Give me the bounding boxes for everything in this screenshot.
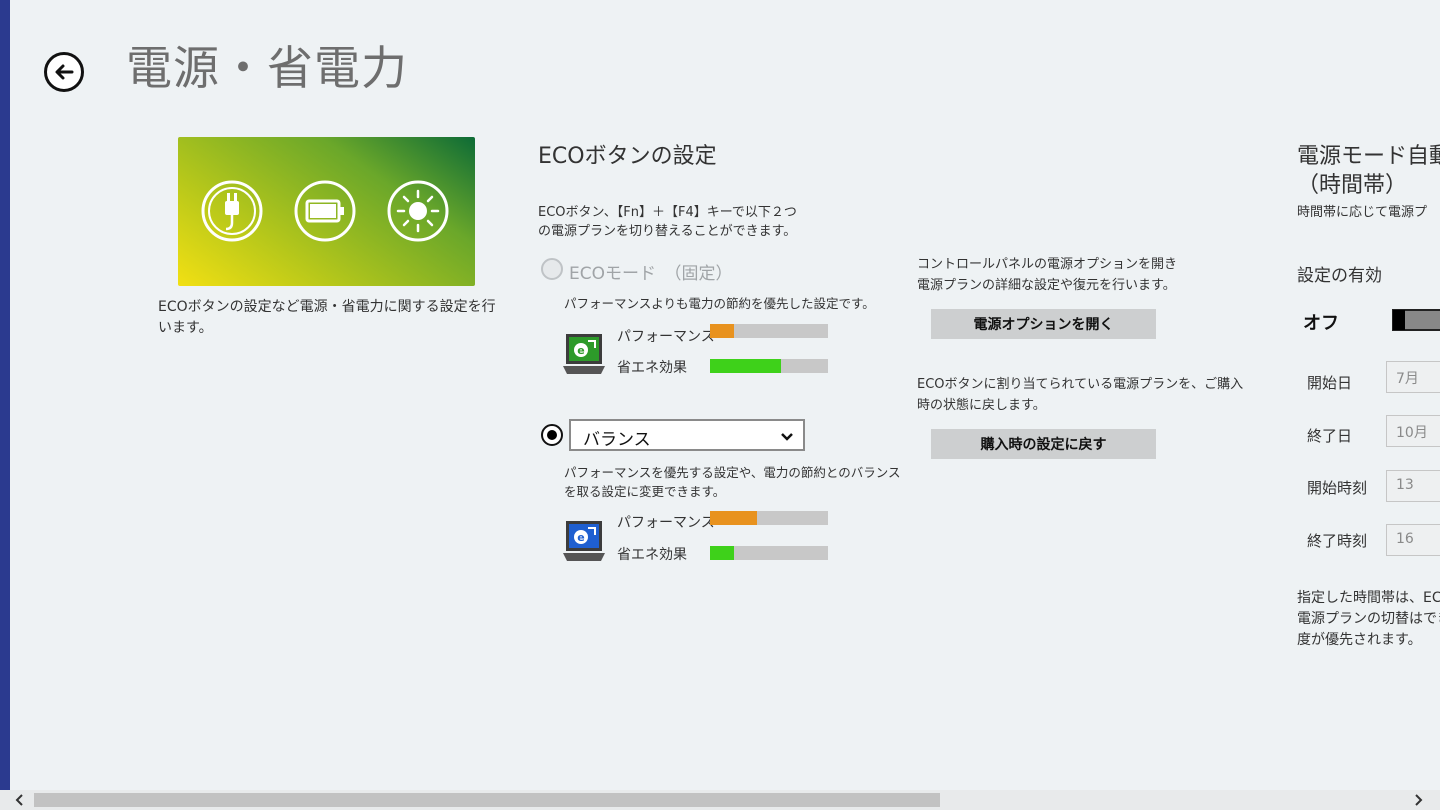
auto-mode-note-line2: 電源プランの切替はでき (1297, 611, 1440, 627)
eco-intro-line2: の電源プランを切り替えることができます。 (538, 224, 797, 239)
page-title: 電源・省電力 (126, 41, 408, 95)
start-date-select[interactable]: 7月 (1386, 361, 1440, 393)
auto-mode-toggle-state: オフ (1303, 313, 1339, 334)
eco-saving-label: 省エネ効果 (617, 360, 687, 376)
auto-mode-toggle[interactable] (1392, 309, 1440, 331)
power-options-desc-line1: コントロールパネルの電源オプションを開き (917, 257, 1178, 272)
power-options-desc-line2: 電源プランの詳細な設定や復元を行います。 (917, 278, 1176, 293)
eco-performance-label: パフォーマンス (617, 329, 715, 345)
balance-saving-bar (710, 546, 828, 560)
end-time-value: 16 (1396, 531, 1414, 547)
svg-text:e: e (577, 344, 584, 357)
balance-mode-radio[interactable] (541, 424, 563, 446)
brightness-icon (387, 180, 449, 242)
end-time-label: 終了時刻 (1307, 532, 1368, 550)
end-time-select[interactable]: 16 (1386, 524, 1440, 556)
start-date-label: 開始日 (1307, 374, 1353, 392)
balance-performance-label: パフォーマンス (617, 515, 715, 531)
eco-mode-radio[interactable] (541, 258, 563, 280)
eco-saving-bar (710, 359, 828, 373)
eco-mode-label: ECOモード （固定） (569, 264, 733, 284)
auto-mode-note-line1: 指定した時間帯は、EC (1297, 590, 1440, 606)
hero-description: ECOボタンの設定など電源・省電力に関する設定を行います。 (158, 299, 496, 336)
power-plan-select[interactable]: バランス (569, 419, 805, 451)
hero-banner (178, 137, 475, 286)
reset-desc-line1: ECOボタンに割り当てられている電源プランを、ご購入 (917, 377, 1244, 392)
power-plan-select-value: バランス (583, 430, 651, 450)
end-date-label: 終了日 (1307, 427, 1353, 445)
balance-performance-fill (710, 511, 758, 525)
eco-saving-fill (710, 359, 781, 373)
balance-laptop-icon: e (563, 521, 605, 561)
plug-icon (201, 180, 263, 242)
balance-desc-line1: パフォーマンスを優先する設定や、電力の節約とのバランス (564, 465, 901, 480)
auto-mode-note-line3: 度が優先されます。 (1297, 632, 1422, 648)
auto-mode-title-line2: （時間帯） (1297, 173, 1408, 198)
auto-mode-subtitle: 時間帯に応じて電源プ (1297, 205, 1428, 220)
eco-laptop-icon: e (563, 334, 605, 374)
eco-section-title: ECOボタンの設定 (538, 144, 717, 169)
open-power-options-button[interactable]: 電源オプションを開く (931, 309, 1156, 339)
balance-performance-bar (710, 511, 828, 525)
toggle-knob (1393, 310, 1405, 330)
scrollbar-thumb[interactable] (34, 793, 940, 807)
reset-to-factory-button[interactable]: 購入時の設定に戻す (931, 429, 1156, 459)
end-date-select[interactable]: 10月 (1386, 415, 1440, 447)
reset-desc-line2: 時の状態に戻します。 (917, 398, 1046, 413)
balance-desc-line2: を取る設定に変更できます。 (564, 484, 726, 499)
back-button[interactable] (44, 52, 84, 92)
start-time-label: 開始時刻 (1307, 479, 1368, 497)
start-date-value: 7月 (1396, 371, 1419, 387)
eco-mode-description: パフォーマンスよりも電力の節約を優先した設定です。 (564, 296, 875, 311)
start-time-value: 13 (1396, 477, 1414, 493)
eco-performance-bar (710, 324, 828, 338)
auto-mode-enabled-label: 設定の有効 (1297, 266, 1382, 286)
start-time-select[interactable]: 13 (1386, 470, 1440, 502)
auto-mode-title-line1: 電源モード自動 (1297, 144, 1440, 169)
battery-icon (294, 180, 356, 242)
left-edge-bar (0, 0, 10, 810)
end-date-value: 10月 (1396, 425, 1428, 441)
back-arrow-icon (55, 64, 74, 80)
eco-performance-fill (710, 324, 734, 338)
scroll-left-icon[interactable] (12, 792, 28, 808)
chevron-down-icon (781, 433, 793, 441)
balance-saving-fill (710, 546, 734, 560)
eco-intro-line1: ECOボタン、【Fn】＋【F4】キーで以下２つ (538, 205, 797, 220)
horizontal-scrollbar[interactable] (0, 790, 1440, 810)
scroll-right-icon[interactable] (1410, 792, 1426, 808)
balance-saving-label: 省エネ効果 (617, 547, 687, 563)
svg-text:e: e (577, 531, 584, 544)
